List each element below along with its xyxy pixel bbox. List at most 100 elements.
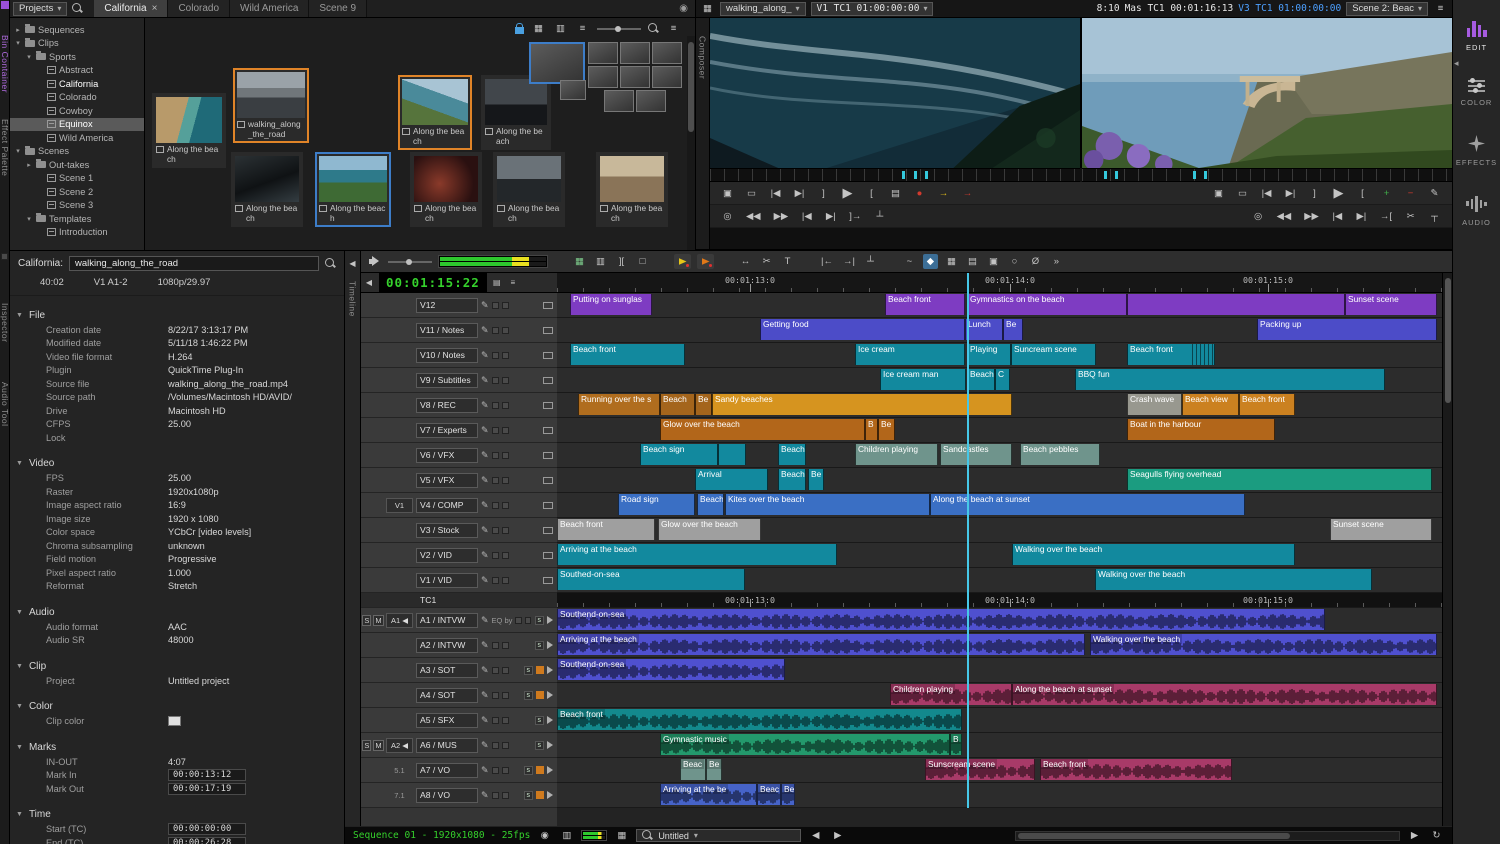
timeline-clip-beach[interactable]: Beach (967, 369, 995, 390)
trim-mode-icon[interactable]: ][ (614, 254, 629, 269)
timeline-clip-southed-on-sea[interactable]: Southed-on-sea (557, 569, 745, 590)
source-clip-dropdown[interactable]: walking_along_ ▾ (720, 2, 806, 16)
patch-button-a6[interactable]: A2 ◀ (386, 738, 413, 753)
timeline-clip-sandcastles[interactable]: Sandcastles (940, 444, 1012, 465)
clip-thumbnail-along-the-beach[interactable]: Along the beach (315, 152, 391, 227)
video-quality-icon[interactable]: ▣ (1211, 186, 1226, 201)
tree-item-scene-2[interactable]: Scene 2 (10, 185, 144, 199)
frame-view-icon[interactable]: ▦ (614, 828, 629, 843)
timeline-clip-b[interactable]: B (950, 734, 962, 755)
timeline-clip-beach-front[interactable]: Beach front (1239, 394, 1295, 415)
toggle-box[interactable] (502, 327, 509, 334)
toggle-box[interactable] (492, 692, 499, 699)
record-clip-dropdown[interactable]: Scene 2: Beac ▾ (1346, 2, 1428, 16)
pencil-icon[interactable]: ✎ (481, 575, 489, 586)
prev-icon[interactable]: ◀ (808, 828, 823, 843)
mini-thumbnail[interactable] (529, 42, 585, 84)
timeline-clip-be[interactable]: Be (706, 759, 722, 780)
step-backward-button[interactable]: |◀ (768, 186, 783, 201)
timeline-clip-bbq-fun[interactable]: BBQ fun (1075, 369, 1385, 390)
record-enable-icon[interactable] (536, 691, 544, 699)
timeline-clip-walking-over-the-beach[interactable]: Walking over the beach (1095, 569, 1372, 590)
add-marker-yellow-button[interactable] (674, 254, 691, 269)
mute-button[interactable]: M (373, 740, 383, 751)
toggle-box[interactable] (502, 717, 509, 724)
tree-item-scenes[interactable]: ▾Scenes (10, 145, 144, 159)
scrollbar-thumb[interactable] (1018, 833, 1290, 839)
timeline-clip-beach-pebbles[interactable]: Beach pebbles (1020, 444, 1100, 465)
lock-icon[interactable] (515, 27, 524, 34)
track-name[interactable]: A2 / INTVW (416, 638, 478, 653)
toggle-box[interactable] (492, 792, 499, 799)
timeline-clip-boat-in-the-harbour[interactable]: Boat in the harbour (1127, 419, 1275, 440)
timeline-scrollbar[interactable] (1442, 273, 1452, 826)
go-to-end-button[interactable]: ▶| (1354, 209, 1369, 224)
timeline-clip-sunset-scene[interactable]: Sunset scene (1345, 294, 1437, 315)
scrollbar-thumb[interactable] (1445, 278, 1451, 403)
timeline-clip-beach-front[interactable]: Beach front (557, 709, 962, 730)
pencil-icon[interactable]: ✎ (481, 325, 489, 336)
timeline-clip-southend-on-sea[interactable]: Southend-on-sea (557, 659, 785, 680)
timeline-clip-c[interactable]: C (995, 369, 1010, 390)
play-button[interactable]: ▶ (1331, 186, 1346, 201)
toggle-box[interactable] (492, 642, 499, 649)
property-value[interactable]: 00:00:00:00 (168, 823, 246, 835)
tree-item-equinox[interactable]: Equinox (10, 118, 144, 132)
toggle-box[interactable] (502, 742, 509, 749)
toggle-box[interactable] (492, 767, 499, 774)
gang-icon[interactable]: ▭ (744, 186, 759, 201)
solo-button[interactable]: S (362, 615, 371, 626)
toggle-box[interactable] (492, 717, 499, 724)
track-header-v4[interactable]: V1V4 / COMP✎ (361, 493, 557, 518)
gang-icon[interactable]: ▭ (1235, 186, 1250, 201)
track-header-a4[interactable]: A4 / SOT✎s (361, 683, 557, 708)
section-header[interactable]: ▼Color (10, 699, 344, 715)
focus-button[interactable]: ◆ (923, 254, 938, 269)
speaker-icon[interactable] (369, 256, 382, 267)
timeline-clip-beac[interactable]: Beac (680, 759, 706, 780)
panel-menu-icon[interactable]: ▦ (700, 1, 715, 16)
track-header-tc1[interactable]: TC1 (361, 593, 557, 608)
source-position-bar[interactable] (710, 168, 1080, 182)
toggle-box[interactable] (492, 667, 499, 674)
bin-tab-colorado[interactable]: Colorado (168, 0, 230, 17)
track-lane-v8[interactable]: Running over the sBeachBeSandy beachesCr… (557, 393, 1442, 418)
mark-clip-button[interactable]: ┴ (872, 209, 887, 224)
link-toggle-icon[interactable]: ◎ (1251, 209, 1266, 224)
clip-name-input[interactable]: walking_along_the_road (69, 256, 319, 271)
timeline-clip-beach-front[interactable]: Beach front (885, 294, 965, 315)
mini-thumbnail[interactable] (620, 66, 650, 88)
tree-item-colorado[interactable]: Colorado (10, 91, 144, 105)
monitor-icon[interactable] (543, 452, 553, 459)
go-to-out-button[interactable]: ]→ (847, 209, 863, 224)
track-header-v12[interactable]: V12✎ (361, 293, 557, 318)
timeline-clip-suncream-scene[interactable]: Suncream scene (1011, 344, 1096, 365)
tree-item-clips[interactable]: ▾Clips (10, 37, 144, 51)
timeline-clip-sunscream-scene[interactable]: Sunscream scene (925, 759, 1035, 780)
track-header-v7[interactable]: V7 / Experts✎ (361, 418, 557, 443)
track-header-v9[interactable]: V9 / Subtitles✎ (361, 368, 557, 393)
next-icon[interactable]: ▶ (830, 828, 845, 843)
tree-item-abstract[interactable]: Abstract (10, 64, 144, 78)
clip-thumbnail-along-the-beach[interactable]: Along the beach (231, 152, 303, 227)
toggle-box[interactable] (502, 377, 509, 384)
play-in-to-out-button[interactable]: ▶| (823, 209, 838, 224)
monitor-icon[interactable] (543, 477, 553, 484)
track-lane-v2[interactable]: Arriving at the beachWalking over the be… (557, 543, 1442, 568)
record-enable-icon[interactable] (536, 666, 544, 674)
track-header-a7[interactable]: 5.1A7 / VO✎s (361, 758, 557, 783)
mark-out-button[interactable]: ] (816, 186, 831, 201)
clip-thumbnail-along-the-beach[interactable]: Along the beach (596, 152, 668, 227)
solo-box[interactable]: s (524, 666, 534, 675)
toggle-box[interactable] (502, 427, 509, 434)
video-quality-menu-icon[interactable]: ▦ (572, 254, 587, 269)
track-name[interactable]: V8 / REC (416, 398, 478, 413)
track-lane-v1[interactable]: Southed-on-sea Walking over the beach (557, 568, 1442, 593)
timeline-clip-packing-up[interactable]: Packing up (1257, 319, 1437, 340)
monitor-icon[interactable] (543, 327, 553, 334)
mini-thumbnail[interactable] (588, 42, 618, 64)
toggle-box[interactable] (502, 692, 509, 699)
source-timecode-dropdown[interactable]: V1 TC1 01:00:00:00 ▾ (811, 2, 934, 16)
timeline-clip-gymnastics-on-the-beach[interactable]: Gymnastics on the beach (967, 294, 1127, 315)
timeline-clip-beach[interactable]: Beach (697, 494, 724, 515)
